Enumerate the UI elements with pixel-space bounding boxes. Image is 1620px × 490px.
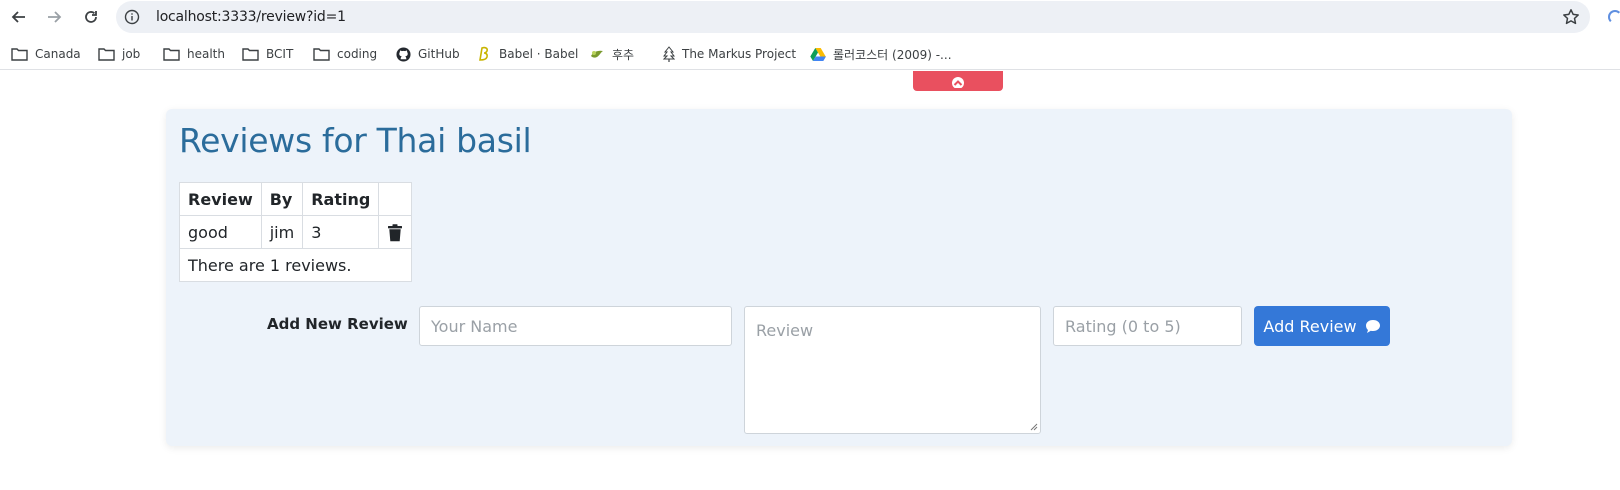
reviews-table: Review By Rating good jim 3 There are 1 … bbox=[178, 182, 413, 282]
bookmark-label: health bbox=[187, 47, 225, 61]
bookmark-coding[interactable]: coding bbox=[313, 43, 377, 65]
review-textarea[interactable]: Review bbox=[744, 306, 1041, 434]
folder-icon bbox=[163, 48, 180, 61]
browser-toolbar: localhost:3333/review?id=1 bbox=[0, 0, 1620, 34]
bookmark-label: Canada bbox=[35, 47, 81, 61]
bookmark-babel[interactable]: Babel · Babel bbox=[478, 43, 578, 65]
name-input[interactable]: Your Name bbox=[419, 306, 732, 346]
table-header-row: Review By Rating bbox=[179, 182, 413, 216]
delete-review-button[interactable] bbox=[378, 215, 413, 249]
folder-icon bbox=[11, 48, 28, 61]
folder-icon bbox=[98, 48, 115, 61]
bookmark-label: 롤러코스터 (2009) -... bbox=[833, 47, 952, 62]
column-header-review: Review bbox=[179, 182, 262, 216]
github-icon bbox=[396, 46, 411, 62]
bookmark-github[interactable]: GitHub bbox=[396, 43, 460, 65]
folder-icon bbox=[313, 48, 330, 61]
bookmark-label: 후추 bbox=[612, 47, 635, 62]
site-info-icon[interactable] bbox=[124, 9, 140, 25]
babel-icon bbox=[479, 46, 488, 61]
bookmarks-bar: Canada job health BCIT coding GitHub Bab… bbox=[0, 38, 1620, 70]
bookmark-job[interactable]: job bbox=[98, 43, 140, 65]
bookmark-label: The Markus Project bbox=[682, 47, 797, 61]
resize-handle-icon[interactable] bbox=[1030, 423, 1038, 431]
table-row: good jim 3 bbox=[179, 215, 413, 249]
name-placeholder: Your Name bbox=[431, 317, 518, 336]
bookmark-canada[interactable]: Canada bbox=[11, 43, 81, 65]
forward-arrow-icon bbox=[48, 11, 62, 23]
bookmark-label: job bbox=[122, 47, 141, 61]
review-placeholder: Review bbox=[756, 321, 814, 340]
cell-by: jim bbox=[260, 215, 304, 249]
table-footer-row: There are 1 reviews. bbox=[178, 248, 413, 282]
add-review-label: Add New Review bbox=[267, 315, 408, 333]
bookmark-rollercoaster[interactable]: 롤러코스터 (2009) -... bbox=[810, 43, 952, 65]
bookmark-label: coding bbox=[337, 47, 378, 61]
bookmark-health[interactable]: health bbox=[163, 43, 225, 65]
bookmark-label: BCIT bbox=[266, 47, 294, 61]
rating-input[interactable]: Rating (0 to 5) bbox=[1053, 306, 1242, 346]
folder-icon bbox=[242, 48, 259, 61]
drive-icon bbox=[810, 48, 826, 61]
bookmark-label: Babel · Babel bbox=[499, 47, 579, 61]
column-header-actions bbox=[378, 182, 413, 216]
bookmark-bcit[interactable]: BCIT bbox=[242, 43, 293, 65]
reviews-card: Reviews for Thai basil Review By Rating … bbox=[166, 109, 1512, 446]
reload-button[interactable] bbox=[80, 6, 102, 28]
column-header-rating: Rating bbox=[302, 182, 380, 216]
url-text: localhost:3333/review?id=1 bbox=[156, 9, 346, 25]
page-title: Reviews for Thai basil bbox=[179, 121, 532, 160]
pepper-icon bbox=[591, 50, 603, 58]
cell-rating: 3 bbox=[302, 215, 380, 249]
bookmark-huchu[interactable]: 후추 bbox=[589, 43, 634, 65]
forward-button[interactable] bbox=[43, 6, 65, 28]
scroll-to-top-tab[interactable] bbox=[913, 71, 1003, 91]
bookmark-label: GitHub bbox=[418, 47, 460, 61]
reload-icon bbox=[85, 11, 97, 23]
back-arrow-icon bbox=[11, 11, 25, 23]
bookmark-markus[interactable]: The Markus Project bbox=[663, 43, 796, 65]
add-review-button-label: Add Review bbox=[1263, 316, 1357, 336]
comment-icon bbox=[1365, 319, 1380, 333]
add-review-button[interactable]: Add Review bbox=[1254, 306, 1390, 346]
back-button[interactable] bbox=[8, 6, 30, 28]
rating-placeholder: Rating (0 to 5) bbox=[1065, 317, 1181, 336]
tree-icon bbox=[663, 46, 675, 62]
address-bar[interactable]: localhost:3333/review?id=1 bbox=[116, 1, 1590, 33]
trash-icon bbox=[388, 224, 403, 241]
chevron-up-icon bbox=[951, 75, 965, 89]
profile-icon[interactable] bbox=[1608, 10, 1620, 24]
column-header-by: By bbox=[260, 182, 304, 216]
bookmark-star-icon[interactable] bbox=[1562, 8, 1580, 26]
cell-review: good bbox=[179, 215, 262, 249]
review-count-text: There are 1 reviews. bbox=[178, 248, 413, 282]
